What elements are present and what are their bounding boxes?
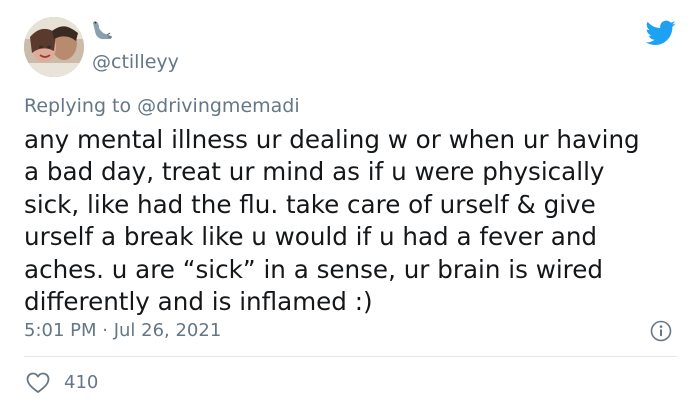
tweet-timestamp[interactable]: 5:01 PM · Jul 26, 2021: [24, 320, 221, 342]
user-handle[interactable]: @ctilleyy: [92, 51, 179, 73]
info-icon[interactable]: [650, 320, 672, 342]
reply-prefix: Replying to: [24, 95, 138, 117]
avatar-photo: [24, 17, 84, 77]
divider: [24, 356, 677, 357]
avatar[interactable]: [24, 17, 84, 77]
reply-context: Replying to @drivingmemadi: [24, 95, 300, 117]
heart-icon[interactable]: [26, 372, 50, 394]
tweet-text: any mental illness ur dealing w or when …: [24, 125, 640, 317]
reply-mention-link[interactable]: @drivingmemadi: [137, 95, 299, 117]
seal-emoji-icon: [90, 18, 114, 42]
twitter-bird-icon[interactable]: [645, 20, 676, 46]
tweet-card: @ctilleyy Replying to @drivingmemadi any…: [0, 0, 700, 411]
like-count: 410: [64, 372, 99, 393]
